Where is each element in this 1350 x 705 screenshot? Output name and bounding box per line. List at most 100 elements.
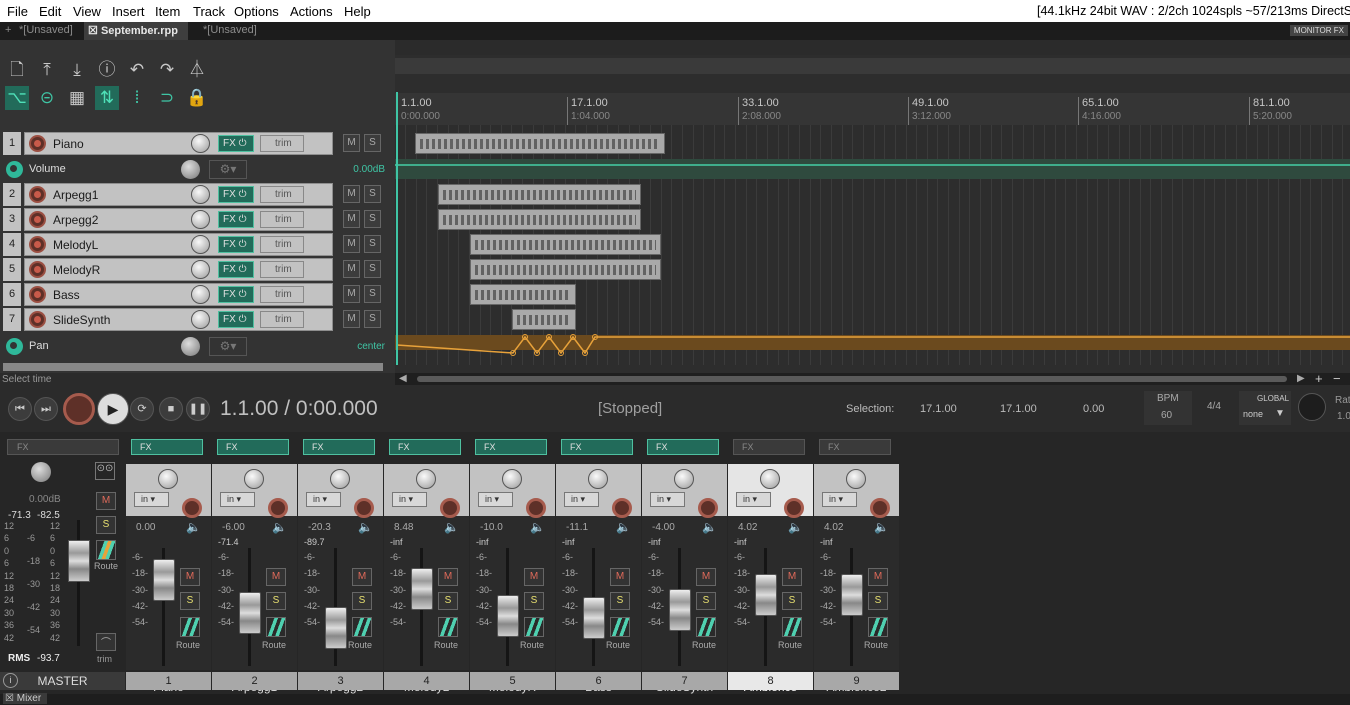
master-mute-button[interactable]: M xyxy=(96,492,116,510)
strip-volume[interactable]: 0.00 xyxy=(136,522,155,533)
trim-button[interactable]: trim xyxy=(260,286,304,303)
master-pan-knob[interactable] xyxy=(31,462,51,482)
track-header[interactable]: Piano FX ⏻ trim xyxy=(24,132,333,155)
strip-number[interactable]: 3 xyxy=(298,672,383,690)
solo-button[interactable]: S xyxy=(868,592,888,610)
tab-unsaved-1[interactable]: *[Unsaved] xyxy=(19,24,73,36)
record-arm-icon[interactable] xyxy=(698,498,718,518)
solo-button[interactable]: S xyxy=(696,592,716,610)
track-header[interactable]: MelodyL FX ⏻ trim xyxy=(24,233,333,256)
strip-number[interactable]: 2 xyxy=(212,672,297,690)
track-number[interactable]: 7 xyxy=(3,308,21,331)
strip-volume[interactable]: 8.48 xyxy=(394,522,413,533)
track-row-arpegg2[interactable]: 3 Arpegg2 FX ⏻ trim M S xyxy=(3,208,388,231)
save-project-icon[interactable]: ⤓ xyxy=(65,58,89,82)
tab-mixer[interactable]: ☒ Mixer xyxy=(3,693,48,704)
track-number[interactable]: 2 xyxy=(3,183,21,206)
scrollbar-thumb[interactable] xyxy=(417,376,1287,382)
media-item[interactable] xyxy=(438,209,641,230)
media-item[interactable] xyxy=(470,234,661,255)
record-button[interactable] xyxy=(63,393,95,425)
track-row-slidesynth[interactable]: 7 SlideSynth FX ⏻ trim M S xyxy=(3,308,388,331)
bpm-box[interactable]: BPM 60 xyxy=(1144,391,1192,425)
tab-september[interactable]: ☒ September.rpp xyxy=(84,22,188,40)
trim-button[interactable]: trim xyxy=(260,186,304,203)
mute-button[interactable]: M xyxy=(343,235,360,253)
track-header[interactable]: SlideSynth FX ⏻ trim xyxy=(24,308,333,331)
mute-button[interactable]: M xyxy=(438,568,458,586)
track-row-partial[interactable] xyxy=(3,363,383,371)
mute-button[interactable]: M xyxy=(343,260,360,278)
strip-fx-button[interactable]: FX xyxy=(475,439,547,455)
monitor-fx-button[interactable]: MONITOR FX xyxy=(1289,25,1348,36)
speaker-icon[interactable]: 🔈 xyxy=(444,520,459,534)
lock-icon[interactable]: 🔒 xyxy=(185,86,209,110)
power-icon[interactable]: ⏻ xyxy=(239,264,247,275)
record-arm-icon[interactable] xyxy=(870,498,890,518)
record-arm-icon[interactable] xyxy=(440,498,460,518)
mute-button[interactable]: M xyxy=(782,568,802,586)
master-trim-icon[interactable]: ⌒ xyxy=(96,633,116,651)
media-item[interactable] xyxy=(470,259,661,280)
track-header[interactable]: Bass FX ⏻ trim xyxy=(24,283,333,306)
mute-button[interactable]: M xyxy=(352,568,372,586)
record-arm-icon[interactable] xyxy=(29,261,46,278)
envelope-settings-icon[interactable]: ⚙▾ xyxy=(209,160,247,179)
strip-number[interactable]: 1 xyxy=(126,672,211,690)
track-fx-button[interactable]: FX ⏻ xyxy=(218,211,254,228)
track-row-bass[interactable]: 6 Bass FX ⏻ trim M S xyxy=(3,283,388,306)
envelope-bypass-icon[interactable] xyxy=(6,338,23,355)
envelope-knob[interactable] xyxy=(181,337,200,356)
timeline-ruler[interactable]: 1.1.00 0:00.000 17.1.00 1:04.000 33.1.00 2:08… xyxy=(395,93,1350,125)
power-icon[interactable]: ⏻ xyxy=(239,314,247,325)
volume-fader[interactable] xyxy=(325,607,347,649)
speaker-icon[interactable]: 🔈 xyxy=(788,520,803,534)
track-header[interactable]: MelodyR FX ⏻ trim xyxy=(24,258,333,281)
solo-button[interactable]: S xyxy=(610,592,630,610)
solo-button[interactable]: S xyxy=(180,592,200,610)
selection-start[interactable]: 17.1.00 xyxy=(920,403,957,415)
volume-fader[interactable] xyxy=(153,559,175,601)
track-header[interactable]: Arpegg2 FX ⏻ trim xyxy=(24,208,333,231)
volume-fader[interactable] xyxy=(583,597,605,639)
route-icon[interactable] xyxy=(352,617,372,637)
volume-fader[interactable] xyxy=(669,589,691,631)
position-display[interactable]: 1.1.00 / 0:00.000 xyxy=(220,397,378,421)
power-icon[interactable]: ⏻ xyxy=(239,289,247,300)
track-name[interactable]: MelodyR xyxy=(53,263,100,277)
track-volume-knob[interactable] xyxy=(191,310,210,329)
playrate-knob[interactable] xyxy=(1298,393,1326,421)
solo-button[interactable]: S xyxy=(352,592,372,610)
track-name[interactable]: Piano xyxy=(53,137,84,151)
route-icon[interactable] xyxy=(868,617,888,637)
input-select[interactable]: in ▾ xyxy=(822,492,857,507)
mute-button[interactable]: M xyxy=(696,568,716,586)
menu-file[interactable]: File xyxy=(7,4,28,19)
trim-button[interactable]: trim xyxy=(260,135,304,152)
ruler-marker[interactable]: 17.1.00 1:04.000 xyxy=(567,97,610,125)
speaker-icon[interactable]: 🔈 xyxy=(616,520,631,534)
play-button[interactable]: ▶ xyxy=(97,393,129,425)
speaker-icon[interactable]: 🔈 xyxy=(874,520,889,534)
strip-fx-button[interactable]: FX xyxy=(303,439,375,455)
record-arm-icon[interactable] xyxy=(268,498,288,518)
record-arm-icon[interactable] xyxy=(612,498,632,518)
solo-button[interactable]: S xyxy=(266,592,286,610)
track-name[interactable]: Arpegg2 xyxy=(53,213,98,227)
master-fx-button[interactable]: FX xyxy=(7,439,119,455)
mute-button[interactable]: M xyxy=(180,568,200,586)
menu-actions[interactable]: Actions xyxy=(290,4,333,19)
track-volume-knob[interactable] xyxy=(191,210,210,229)
envelope-knob[interactable] xyxy=(181,160,200,179)
route-icon[interactable] xyxy=(266,617,286,637)
redo-icon[interactable]: ↷ xyxy=(155,58,179,82)
power-icon[interactable]: ⏻ xyxy=(239,138,247,149)
pan-knob[interactable] xyxy=(846,469,866,489)
mixer-strip-ambience2[interactable]: FX in ▾ 4.02 🔈 -inf -6- -18- -30- -42- -54- M S Rout… xyxy=(814,432,900,694)
track-name[interactable]: MelodyL xyxy=(53,238,98,252)
mute-button[interactable]: M xyxy=(343,210,360,228)
media-item[interactable] xyxy=(512,309,576,330)
speaker-icon[interactable]: 🔈 xyxy=(702,520,717,534)
strip-volume[interactable]: -20.3 xyxy=(308,522,331,533)
media-item[interactable] xyxy=(438,184,641,205)
